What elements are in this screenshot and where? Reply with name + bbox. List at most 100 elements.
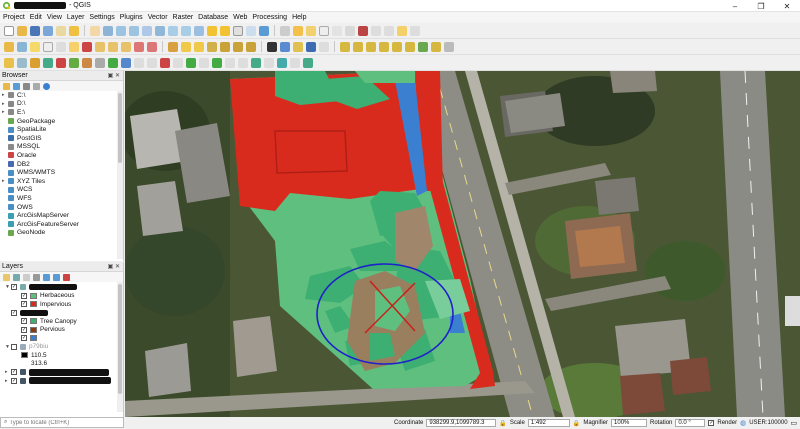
manage-themes-icon[interactable] [23,273,30,281]
add-wcs-icon[interactable] [225,57,235,68]
new-geopackage-icon[interactable] [43,57,53,68]
layer-redacted-1[interactable]: ▸ ✓ [3,368,117,377]
panel-float-close-icon[interactable]: ▣ ✕ [108,72,120,79]
identify-icon[interactable] [280,25,290,36]
zoom-in-icon[interactable] [116,25,126,36]
browser-item-mssql[interactable]: MSSQL [0,143,117,152]
collapse-arrow-icon[interactable]: ▸ [5,378,10,384]
coordinate-field[interactable]: 938299.9,1099789.3 [426,419,497,427]
browser-item-spatialite[interactable]: SpatiaLite [0,125,117,134]
field-calculator-icon[interactable] [345,25,355,36]
add-group-icon[interactable] [13,273,20,281]
add-wfs-icon[interactable] [147,57,157,68]
annotation-icon[interactable] [397,25,407,36]
browser-item-arcgisfeatureserver[interactable]: ArcGisFeatureServer [0,220,117,229]
map-tips-icon[interactable] [384,25,394,36]
layer-labeling-icon[interactable] [181,41,191,52]
show-labels-icon[interactable] [207,41,217,52]
collapse-all-icon[interactable] [53,273,60,281]
current-edits-icon[interactable] [4,41,14,52]
layer-visibility-checkbox[interactable]: ✓ [11,309,17,316]
toggle-editing-icon[interactable] [17,41,27,52]
menu-edit[interactable]: Edit [30,14,42,21]
move-label-icon[interactable] [220,41,230,52]
layer-visibility-checkbox[interactable]: ✓ [11,284,17,291]
browser-scroll-thumb[interactable] [118,93,122,163]
merge-features-icon[interactable] [366,41,376,52]
menu-raster[interactable]: Raster [173,14,194,21]
browser-item-postgis[interactable]: PostGIS [0,134,117,143]
text-annotation-icon[interactable] [410,25,420,36]
offset-curve-icon[interactable] [392,41,402,52]
delete-selected-icon[interactable] [82,41,92,52]
add-point-cloud-icon[interactable] [264,57,274,68]
change-label-icon[interactable] [246,41,256,52]
collapse-arrow-icon[interactable]: ▼ [5,284,10,290]
expand-arrow-icon[interactable]: ▸ [2,101,7,107]
modify-attributes-icon[interactable] [69,41,79,52]
add-virtual-layer-icon[interactable] [212,57,222,68]
refresh-browser-icon[interactable] [13,82,20,90]
menu-view[interactable]: View [47,14,62,21]
undo-icon[interactable] [134,41,144,52]
scale-field[interactable]: 1:492 [527,419,570,427]
python-console-icon[interactable] [280,41,290,52]
processing-toolbox-icon[interactable] [306,41,316,52]
minimize-button[interactable]: – [722,0,748,12]
add-feature-icon[interactable] [43,41,53,52]
data-source-manager-icon[interactable] [17,57,27,68]
expand-arrow-icon[interactable]: ▸ [2,109,7,115]
legend-item[interactable]: ✓ Impervious [3,300,117,309]
zoom-selection-icon[interactable] [168,25,178,36]
legend-item-checkbox[interactable]: ✓ [21,335,27,342]
layers-scroll-thumb[interactable] [118,284,122,394]
layout-manager-icon[interactable] [69,25,79,36]
browser-item-d[interactable]: ▸ D:\ [0,100,117,109]
add-vector-icon[interactable] [69,57,79,68]
add-ring-icon[interactable] [418,41,428,52]
remove-layer-icon[interactable] [63,273,70,281]
panel-float-close-icon[interactable]: ▣ ✕ [108,263,120,270]
select-by-value-icon[interactable] [306,25,316,36]
add-layer-icon[interactable] [4,57,14,68]
browser-scrollbar[interactable] [117,91,123,259]
layer-group-a[interactable]: ▼ ✓ [3,283,117,292]
browser-item-arcgismapserver[interactable]: ArcGisMapServer [0,211,117,220]
add-arcgis-icon[interactable] [277,57,287,68]
layers-scrollbar[interactable] [117,282,123,412]
filter-browser-icon[interactable] [23,82,30,90]
browser-item-wfs[interactable]: WFS [0,194,117,203]
crs-label[interactable]: USER:100000 [749,420,787,426]
render-checkbox[interactable]: ✓ [708,420,715,426]
expand-arrow-icon[interactable]: ▸ [2,178,7,184]
pan-to-selection-icon[interactable] [103,25,113,36]
menu-layer[interactable]: Layer [67,14,85,21]
save-edits-icon[interactable] [30,41,40,52]
add-db2-icon[interactable] [199,57,209,68]
cut-features-icon[interactable] [95,41,105,52]
legend-item-checkbox[interactable]: ✓ [21,292,27,299]
zoom-full-icon[interactable] [155,25,165,36]
magnifier-field[interactable]: 100% [611,419,648,427]
menu-vector[interactable]: Vector [148,14,168,21]
layer-visibility-checkbox[interactable]: ✓ [11,369,17,376]
zoom-next-icon[interactable] [220,25,230,36]
layer-raster[interactable]: ▼ p79biu [3,343,117,352]
browser-item-wms-wmts[interactable]: WMS/WMTS [0,168,117,177]
expand-arrow-icon[interactable]: ▸ [2,92,7,98]
add-postgis-icon[interactable] [160,57,170,68]
new-temporary-layer-icon[interactable] [303,57,313,68]
browser-item-db2[interactable]: DB2 [0,160,117,169]
legend-item-checkbox[interactable]: ✓ [21,301,27,308]
locator-search-input[interactable] [9,419,120,426]
add-xyz-icon[interactable] [238,57,248,68]
zoom-out-icon[interactable] [129,25,139,36]
select-features-icon[interactable] [293,25,303,36]
legend-item[interactable]: ✓ Pervious [3,326,117,335]
redo-icon[interactable] [147,41,157,52]
plugin-icon[interactable] [293,41,303,52]
add-mssql-icon[interactable] [173,57,183,68]
menu-web[interactable]: Web [233,14,247,21]
legend-item-checkbox[interactable]: ✓ [21,318,27,325]
collapse-all-icon[interactable] [33,82,40,90]
